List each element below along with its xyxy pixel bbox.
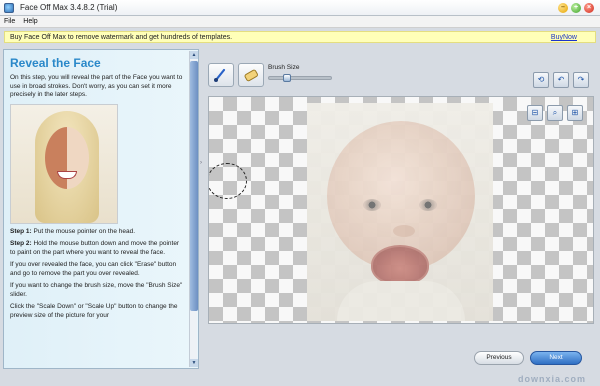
zoom-in-button[interactable]: ⊞ [567, 105, 583, 121]
instructions-scrollbar[interactable]: ▲ ▼ [189, 51, 198, 367]
undo-icon: ↶ [557, 75, 565, 84]
window-title: Face Off Max 3.4.8.2 (Trial) [20, 3, 118, 12]
target-photo [307, 103, 493, 321]
panel-title: Reveal the Face [10, 56, 101, 70]
eraser-tool-button[interactable] [238, 63, 264, 87]
intro-text: On this step, you will reveal the part o… [10, 74, 183, 98]
step-2-text: Step 2: Hold the mouse button down and m… [10, 240, 180, 256]
erase-help-text: If you over revealed the face, you can c… [10, 261, 177, 277]
watermark-logo: downxia.com [517, 374, 586, 384]
brush-size-slider[interactable] [268, 74, 332, 82]
instructions-content: Reveal the Face On this step, you will r… [10, 56, 186, 320]
scroll-thumb[interactable] [190, 61, 198, 311]
brush-tool-button[interactable] [208, 63, 234, 87]
close-button[interactable]: × [584, 3, 594, 13]
scroll-up-icon[interactable]: ▲ [190, 51, 198, 59]
redo-icon: ↷ [577, 75, 585, 84]
brush-icon [214, 68, 226, 82]
image-canvas[interactable]: ⊟ ⌕ ⊞ [208, 96, 594, 324]
collapse-panel-icon[interactable]: › [200, 160, 204, 170]
brush-size-label: Brush Size [268, 64, 300, 71]
redo-button[interactable]: ↷ [573, 72, 589, 88]
next-button[interactable]: Next [530, 351, 582, 365]
reset-button[interactable]: ⟲ [533, 72, 549, 88]
menu-bar: File Help [0, 16, 600, 28]
title-bar: Face Off Max 3.4.8.2 (Trial) – + × [0, 0, 600, 16]
eraser-icon [244, 69, 258, 82]
maximize-button[interactable]: + [571, 3, 581, 13]
brush-cursor [209, 163, 247, 199]
scale-help-text: Click the "Scale Down" or "Scale Up" but… [10, 303, 178, 319]
brush-size-slider-thumb[interactable] [282, 74, 291, 82]
scroll-down-icon[interactable]: ▼ [190, 359, 198, 367]
buy-now-link[interactable]: BuyNow [551, 34, 577, 41]
zoom-out-icon: ⊟ [531, 108, 539, 117]
reset-icon: ⟲ [537, 75, 545, 84]
zoom-out-button[interactable]: ⊟ [527, 105, 543, 121]
brush-help-text: If you want to change the brush size, mo… [10, 282, 183, 298]
minimize-button[interactable]: – [558, 3, 568, 13]
notice-text: Buy Face Off Max to remove watermark and… [10, 33, 233, 41]
undo-button[interactable]: ↶ [553, 72, 569, 88]
instructions-panel: Reveal the Face On this step, you will r… [3, 49, 199, 369]
menu-file[interactable]: File [4, 18, 15, 25]
zoom-in-icon: ⊞ [571, 108, 579, 117]
menu-help[interactable]: Help [23, 18, 37, 25]
previous-button[interactable]: Previous [474, 351, 524, 365]
search-icon: ⌕ [552, 108, 558, 117]
step-1-text: Step 1: Put the mouse pointer on the hea… [10, 227, 136, 235]
window-controls: – + × [558, 3, 594, 13]
app-icon [4, 2, 14, 13]
zoom-fit-button[interactable]: ⌕ [547, 105, 563, 121]
example-face-image [10, 103, 118, 224]
trial-notice: Buy Face Off Max to remove watermark and… [4, 31, 596, 43]
